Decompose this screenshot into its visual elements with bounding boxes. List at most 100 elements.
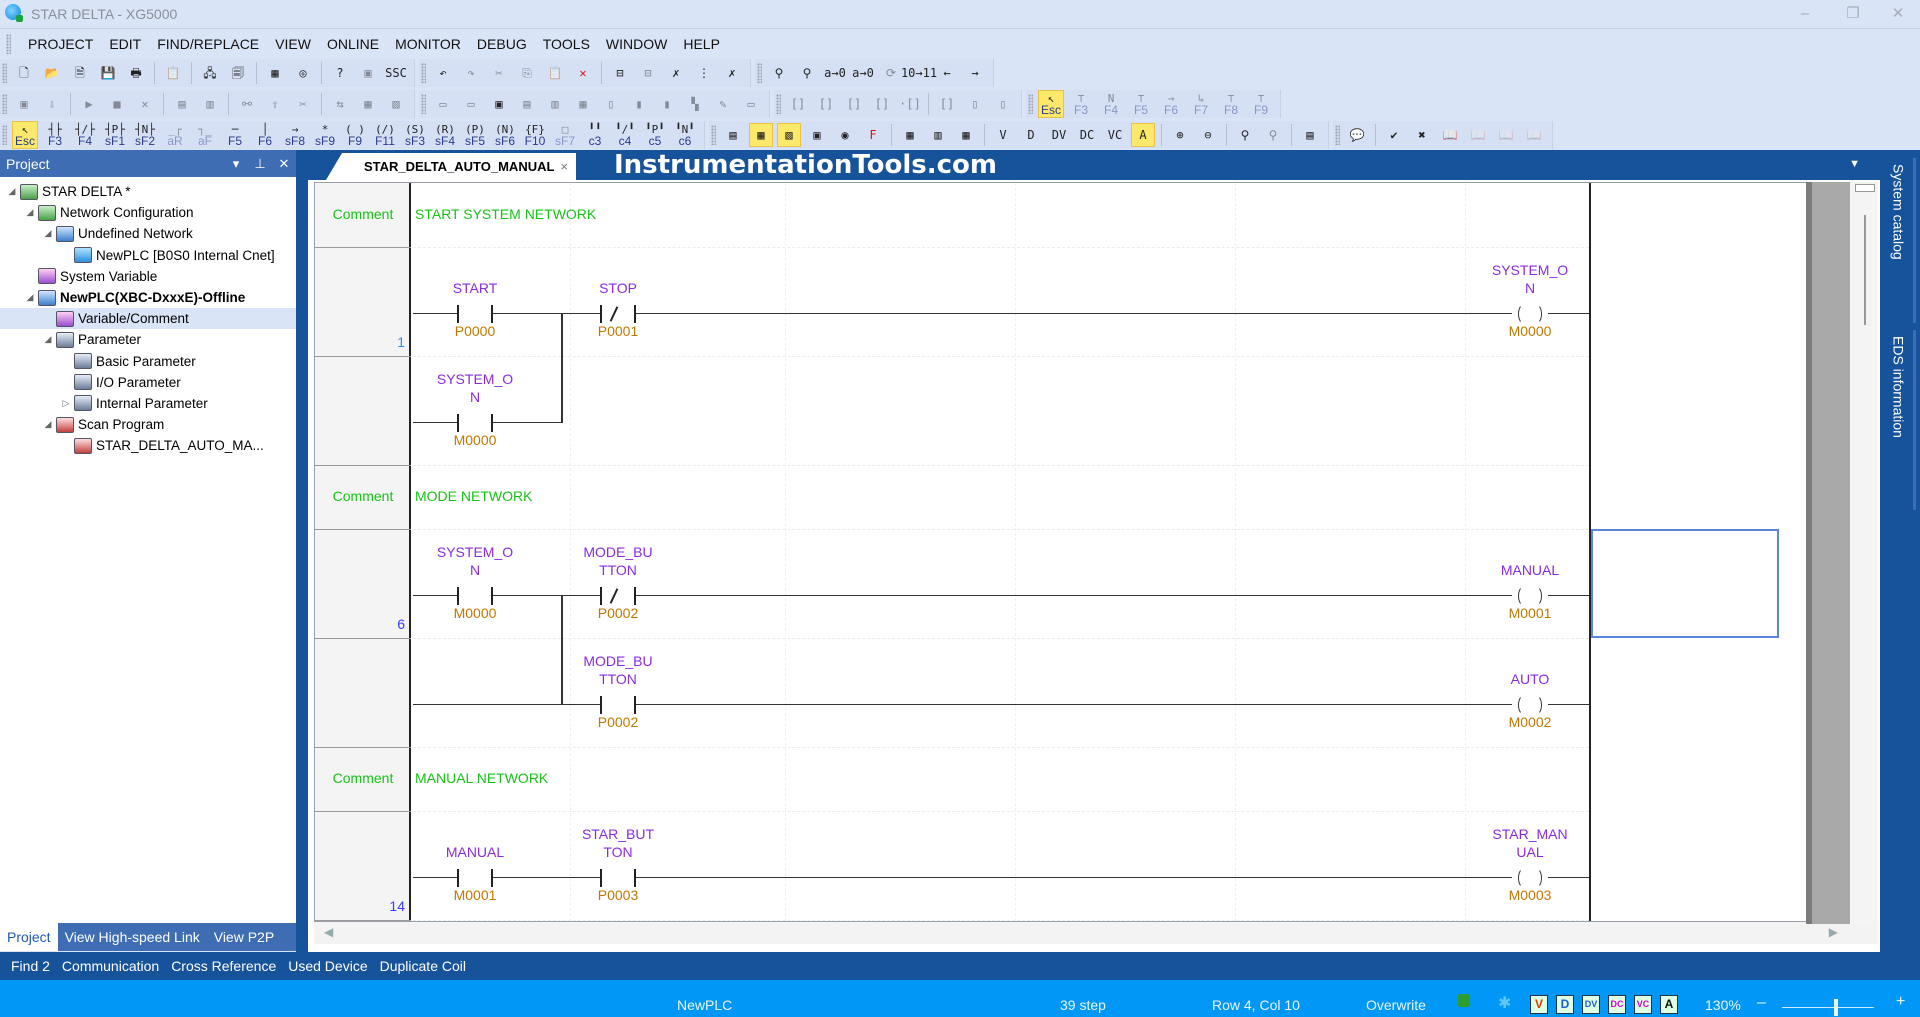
menu-tools[interactable]: TOOLS bbox=[535, 36, 598, 52]
variable-window-button[interactable]: ▦ bbox=[749, 123, 773, 147]
sfc-branch-button[interactable]: ⊤ F5 bbox=[1128, 90, 1154, 118]
find-button[interactable]: ⚲ bbox=[795, 61, 819, 85]
tree-item[interactable]: Basic Parameter bbox=[0, 351, 296, 372]
tab-project[interactable]: Project bbox=[0, 923, 58, 951]
ladder-canvas[interactable]: Comment START SYSTEM NETWORK START P0000 STO… bbox=[314, 182, 1854, 922]
positive-transition-contact-button[interactable]: ┤P├ sF1 bbox=[102, 121, 128, 149]
bookmark-next-button[interactable]: 📖 bbox=[1522, 123, 1546, 147]
online-edit-button[interactable]: ▦ bbox=[356, 92, 380, 116]
view-device-variable-icon[interactable]: DV bbox=[1582, 995, 1600, 1014]
zoom-out-button[interactable]: – bbox=[1757, 994, 1766, 1012]
view-variable-comment-button[interactable]: VC bbox=[1103, 123, 1127, 147]
write-button[interactable]: ⇩ bbox=[40, 92, 64, 116]
view-address-icon[interactable]: A bbox=[1660, 995, 1678, 1014]
goto-cursor-button[interactable]: [] bbox=[870, 92, 894, 116]
bookmark-prev-button[interactable]: 📖 bbox=[1494, 123, 1518, 147]
toolbar-grip[interactable] bbox=[421, 94, 426, 114]
delete-button[interactable]: ✕ bbox=[571, 61, 595, 85]
comment-button[interactable]: 💬 bbox=[1345, 123, 1369, 147]
zoom-slider[interactable] bbox=[1782, 999, 1874, 1016]
local-variable-button[interactable]: ▦ bbox=[898, 123, 922, 147]
clipboard-button[interactable]: 📋 bbox=[161, 61, 185, 85]
tree-item[interactable]: ◢ Undefined Network bbox=[0, 223, 296, 244]
menu-monitor[interactable]: MONITOR bbox=[387, 36, 469, 52]
close-window-button[interactable]: ✕ bbox=[1878, 2, 1918, 26]
tree-item[interactable]: ◢ Network Configuration bbox=[0, 202, 296, 223]
delete-column-button[interactable]: ✗ bbox=[720, 61, 744, 85]
falling-edge-button[interactable]: ┐_ aF bbox=[192, 121, 218, 149]
tree-item[interactable]: I/O Parameter bbox=[0, 372, 296, 393]
disconnect-button[interactable]: ✂ bbox=[291, 92, 315, 116]
project-compare-button[interactable]: 🗐 bbox=[226, 61, 250, 85]
menu-debug[interactable]: DEBUG bbox=[469, 36, 535, 52]
io-info-button[interactable]: ▮ bbox=[655, 92, 679, 116]
breakpoint-button[interactable]: ·[] bbox=[898, 92, 922, 116]
c6-button[interactable]: ╹N╹ c6 bbox=[672, 121, 698, 149]
horizontal-line-button[interactable]: ─ F5 bbox=[222, 121, 248, 149]
invert-button[interactable]: * sF9 bbox=[312, 121, 338, 149]
tree-item[interactable]: STAR_DELTA_AUTO_MA... bbox=[0, 435, 296, 456]
print-button[interactable]: 🖶 bbox=[124, 61, 148, 85]
expand-toggle-icon[interactable]: ◢ bbox=[24, 207, 36, 218]
expand-toggle-icon[interactable]: ◢ bbox=[42, 228, 54, 239]
plc-mode-button[interactable]: ▣ bbox=[12, 92, 36, 116]
view-device-comment-button[interactable]: DC bbox=[1075, 123, 1099, 147]
cursor-cell-selection[interactable] bbox=[1591, 529, 1779, 638]
step-out-button[interactable]: [] bbox=[842, 92, 866, 116]
function-window-button[interactable]: F bbox=[861, 123, 885, 147]
output-tab-used-device[interactable]: Used Device bbox=[282, 958, 373, 986]
scroll-thumb[interactable] bbox=[1855, 184, 1875, 192]
toolbar-grip[interactable] bbox=[776, 94, 781, 114]
new-project-button[interactable]: 🗋 bbox=[12, 61, 36, 85]
tree-item[interactable]: ◢ Scan Program bbox=[0, 414, 296, 435]
side-tab-system-catalog[interactable]: System catalog bbox=[1884, 158, 1916, 323]
close-panel-icon[interactable]: ✕ bbox=[272, 156, 296, 172]
menu-edit[interactable]: EDIT bbox=[101, 36, 149, 52]
ladder-monitor-button[interactable]: ▚ bbox=[683, 92, 707, 116]
bookmark-button[interactable]: 📖 bbox=[1438, 123, 1462, 147]
pin-icon[interactable]: ⊥ bbox=[248, 156, 272, 172]
redo-button[interactable]: ↷ bbox=[459, 61, 483, 85]
connect-button[interactable]: 🖧 bbox=[198, 61, 222, 85]
watch-button[interactable]: ▯ bbox=[991, 92, 1015, 116]
toolbar-grip[interactable] bbox=[421, 63, 426, 83]
close-tab-icon[interactable]: × bbox=[560, 159, 568, 174]
variable-button[interactable]: ◎ bbox=[291, 61, 315, 85]
menu-find-replace[interactable]: FIND/REPLACE bbox=[149, 36, 267, 52]
function-button[interactable]: {F} F10 bbox=[522, 121, 548, 149]
toolbar-grip[interactable] bbox=[1335, 125, 1340, 145]
tree-item[interactable]: ◢ Parameter bbox=[0, 329, 296, 350]
panel-splitter[interactable] bbox=[296, 150, 304, 952]
data-trace-button[interactable]: ▮ bbox=[627, 92, 651, 116]
monitor-window-button[interactable]: ◉ bbox=[833, 123, 857, 147]
stop-button[interactable]: ■ bbox=[105, 92, 129, 116]
connect-line-button[interactable]: → sF8 bbox=[282, 121, 308, 149]
reset-button[interactable]: ▤ bbox=[170, 92, 194, 116]
minimize-button[interactable]: – bbox=[1785, 2, 1825, 26]
toolbar-grip[interactable] bbox=[1028, 94, 1033, 114]
forward-button[interactable]: → bbox=[963, 61, 987, 85]
menu-help[interactable]: HELP bbox=[675, 36, 728, 52]
goto-step-button[interactable]: 10→11 bbox=[901, 61, 937, 85]
zoom-slider-handle[interactable] bbox=[1834, 999, 1839, 1016]
insert-column-button[interactable]: ⋮ bbox=[692, 61, 716, 85]
c3-button[interactable]: ╹╹ c3 bbox=[582, 121, 608, 149]
undo-button[interactable]: ↶ bbox=[431, 61, 455, 85]
back-button[interactable]: ← bbox=[935, 61, 959, 85]
normally-closed-contact[interactable] bbox=[600, 304, 636, 323]
delete-cell-button[interactable]: ✗ bbox=[664, 61, 688, 85]
output-coil[interactable] bbox=[1512, 867, 1548, 888]
expand-toggle-icon[interactable]: ◢ bbox=[6, 186, 18, 197]
monitor-pause-button[interactable]: ▭ bbox=[459, 92, 483, 116]
tree-item[interactable]: Variable/Comment bbox=[0, 308, 296, 330]
tree-item[interactable]: NewPLC [B0S0 Internal Cnet] bbox=[0, 245, 296, 266]
normally-closed-contact[interactable] bbox=[600, 586, 636, 605]
expand-toggle-icon[interactable]: ◢ bbox=[24, 292, 36, 303]
normally-open-contact-button[interactable]: ┤├ F3 bbox=[42, 121, 68, 149]
output-tab-find-2[interactable]: Find 2 bbox=[5, 958, 56, 986]
positive-coil-button[interactable]: (P) sF5 bbox=[462, 121, 488, 149]
toolbar-grip[interactable] bbox=[757, 63, 762, 83]
scroll-left-icon[interactable]: ◀ bbox=[324, 925, 333, 939]
scroll-right-icon[interactable]: ▶ bbox=[1829, 925, 1838, 939]
network-comment[interactable]: START SYSTEM NETWORK bbox=[415, 206, 596, 222]
